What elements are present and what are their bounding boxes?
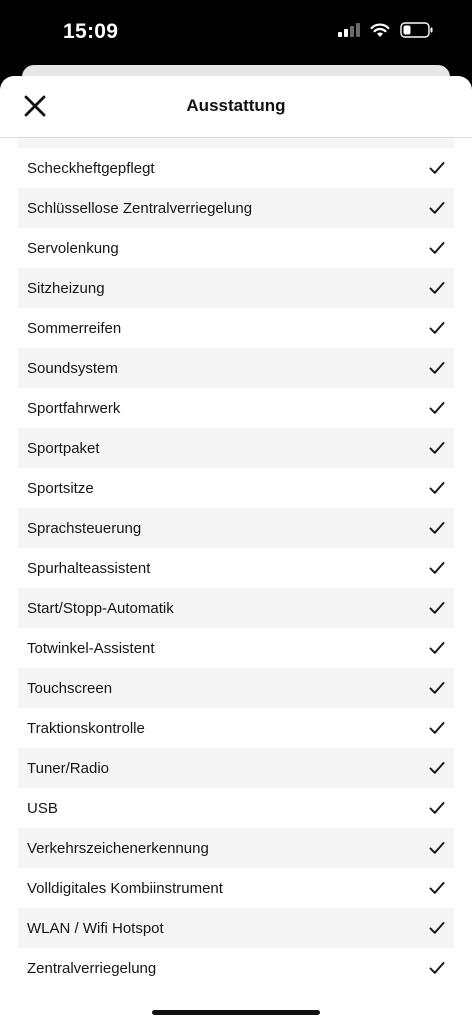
feature-row: Traktionskontrolle	[18, 708, 454, 748]
feature-row: Sportpaket	[18, 428, 454, 468]
checkmark-icon	[429, 562, 445, 574]
feature-label: Sommerreifen	[27, 319, 122, 337]
checkmark-icon	[429, 642, 445, 654]
feature-label: USB	[27, 799, 58, 817]
feature-row: Totwinkel-Assistent	[18, 628, 454, 668]
checkmark-icon	[429, 962, 445, 974]
feature-label: Volldigitales Kombiinstrument	[27, 879, 223, 897]
wifi-icon	[370, 23, 390, 37]
feature-row: Verkehrszeichenerkennung	[18, 828, 454, 868]
checkmark-icon	[429, 522, 445, 534]
feature-row: Servolenkung	[18, 228, 454, 268]
checkmark-icon	[429, 842, 445, 854]
feature-label: Schlüssellose Zentralverriegelung	[27, 199, 253, 217]
feature-label: Servolenkung	[27, 239, 119, 257]
checkmark-icon	[429, 242, 445, 254]
feature-label: Spurhalteassistent	[27, 559, 151, 577]
feature-row: Zentralverriegelung	[18, 948, 454, 988]
checkmark-icon	[429, 722, 445, 734]
home-indicator[interactable]	[152, 1010, 320, 1015]
page-title: Ausstattung	[186, 96, 286, 115]
checkmark-icon	[429, 402, 445, 414]
feature-row: Soundsystem	[18, 348, 454, 388]
checkmark-icon	[429, 602, 445, 614]
checkmark-icon	[429, 922, 445, 934]
checkmark-icon	[429, 322, 445, 334]
checkmark-icon	[429, 762, 445, 774]
feature-row: Spurhalteassistent	[18, 548, 454, 588]
feature-label: Verkehrszeichenerkennung	[27, 839, 209, 857]
feature-label: Soundsystem	[27, 359, 118, 377]
checkmark-icon	[429, 202, 445, 214]
status-icons	[338, 22, 434, 38]
feature-row: Schlüssellose Zentralverriegelung	[18, 188, 454, 228]
feature-row: Sommerreifen	[18, 308, 454, 348]
status-time: 15:09	[63, 20, 119, 43]
feature-row: Sportsitze	[18, 468, 454, 508]
features-sheet: Ausstattung Scheckheftgepflegt Schlüssell…	[0, 76, 472, 1024]
feature-label: Sportsitze	[27, 479, 94, 497]
feature-row: Sitzheizung	[18, 268, 454, 308]
list-top-strip	[18, 138, 454, 148]
feature-label: Start/Stopp-Automatik	[27, 599, 174, 617]
screen: 15:09 Ausstattung Scheckheftgepflegt Sch…	[0, 0, 472, 1024]
feature-row: WLAN / Wifi Hotspot	[18, 908, 454, 948]
feature-row: Touchscreen	[18, 668, 454, 708]
feature-row: USB	[18, 788, 454, 828]
feature-label: Sitzheizung	[27, 279, 105, 297]
status-bar: 15:09	[0, 0, 472, 64]
feature-label: Sportfahrwerk	[27, 399, 121, 417]
feature-row: Volldigitales Kombiinstrument	[18, 868, 454, 908]
checkmark-icon	[429, 362, 445, 374]
feature-row: Sprachsteuerung	[18, 508, 454, 548]
checkmark-icon	[429, 162, 445, 174]
feature-label: Zentralverriegelung	[27, 959, 157, 977]
checkmark-icon	[429, 802, 445, 814]
checkmark-icon	[429, 682, 445, 694]
feature-row: Scheckheftgepflegt	[18, 148, 454, 188]
checkmark-icon	[429, 882, 445, 894]
feature-label: Tuner/Radio	[27, 759, 109, 777]
checkmark-icon	[429, 482, 445, 494]
feature-list[interactable]: Scheckheftgepflegt Schlüssellose Zentralv…	[18, 148, 454, 988]
feature-row: Tuner/Radio	[18, 748, 454, 788]
checkmark-icon	[429, 442, 445, 454]
cellular-signal-icon	[338, 23, 360, 37]
feature-label: WLAN / Wifi Hotspot	[27, 919, 164, 937]
feature-label: Traktionskontrolle	[27, 719, 145, 737]
sheet-header: Ausstattung	[0, 76, 472, 138]
checkmark-icon	[429, 282, 445, 294]
feature-row: Sportfahrwerk	[18, 388, 454, 428]
feature-label: Touchscreen	[27, 679, 113, 697]
feature-label: Sportpaket	[27, 439, 100, 457]
feature-label: Scheckheftgepflegt	[27, 159, 155, 177]
battery-icon	[400, 22, 433, 38]
feature-label: Sprachsteuerung	[27, 519, 142, 537]
feature-label: Totwinkel-Assistent	[27, 639, 155, 657]
feature-row: Start/Stopp-Automatik	[18, 588, 454, 628]
